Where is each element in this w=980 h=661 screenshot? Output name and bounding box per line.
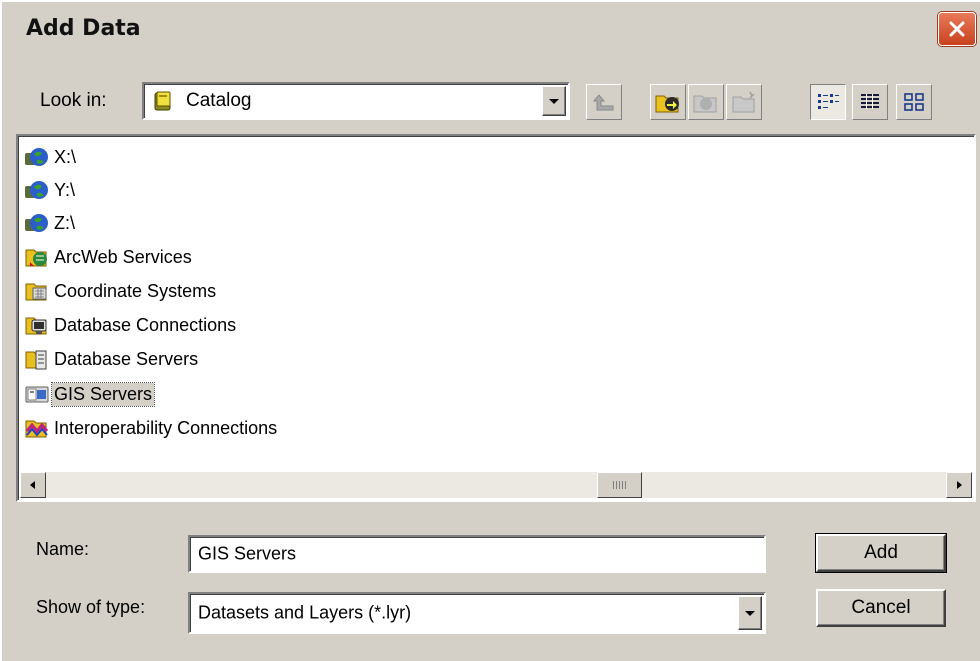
- network-drive-icon: [25, 148, 48, 166]
- database-connections-icon: [25, 317, 47, 335]
- disconnect-folder-button[interactable]: [688, 84, 724, 120]
- arrow-left-icon: [30, 481, 35, 489]
- list-item-label: Database Servers: [54, 348, 199, 369]
- catalog-icon: [154, 91, 171, 111]
- details-view-icon: [861, 94, 879, 109]
- list-item-label: Z:\: [54, 212, 75, 233]
- new-item-button[interactable]: [726, 84, 762, 120]
- arcweb-services-icon: [25, 249, 47, 267]
- list-item-z-drive[interactable]: Z:\: [24, 208, 77, 238]
- look-in-dropdown-button[interactable]: [542, 86, 566, 116]
- network-drive-icon: [25, 181, 48, 199]
- list-item-label: Coordinate Systems: [54, 280, 217, 301]
- show-of-type-label: Show of type:: [36, 597, 146, 617]
- up-one-level-button[interactable]: [586, 84, 622, 120]
- chevron-down-icon: [745, 610, 755, 616]
- look-in-label: Look in:: [40, 90, 107, 111]
- name-input-value: GIS Servers: [198, 543, 297, 564]
- new-item-icon: [732, 91, 755, 113]
- list-item-gis-servers[interactable]: GIS Servers: [24, 379, 156, 409]
- thumbnails-view-button[interactable]: [896, 84, 932, 120]
- look-in-value: Catalog: [186, 90, 252, 111]
- list-item-interoperability-connections[interactable]: Interoperability Connections: [24, 413, 279, 443]
- list-item-label: Database Connections: [54, 314, 237, 335]
- details-view-button[interactable]: [852, 84, 888, 120]
- horizontal-scrollbar[interactable]: [20, 472, 972, 498]
- catalog-list[interactable]: X:\ Y:\ Z:\ ArcWeb Services Coordinate S…: [16, 134, 976, 502]
- connect-to-folder-icon: [655, 95, 679, 113]
- list-view-button[interactable]: [810, 84, 846, 120]
- list-item-label: GIS Servers: [50, 381, 156, 407]
- network-drive-icon: [25, 214, 48, 232]
- name-label: Name:: [36, 539, 90, 559]
- list-item-label: ArcWeb Services: [54, 246, 192, 267]
- dialog-title: Add Data: [26, 16, 141, 41]
- thumbnails-view-icon: [904, 93, 924, 111]
- grip-icon: [612, 481, 627, 489]
- look-in-dropdown[interactable]: Catalog: [142, 82, 570, 120]
- coordinate-systems-icon: [25, 283, 47, 301]
- show-of-type-dropdown-button[interactable]: [738, 596, 762, 630]
- close-icon: [949, 21, 965, 37]
- list-view-icon: [818, 94, 839, 109]
- list-item-coordinate-systems[interactable]: Coordinate Systems: [24, 276, 218, 306]
- list-item-label: Interoperability Connections: [54, 417, 278, 438]
- arrow-right-icon: [957, 481, 962, 489]
- disconnect-folder-icon: [693, 95, 717, 113]
- close-button[interactable]: [938, 12, 976, 46]
- database-servers-icon: [25, 350, 47, 370]
- list-item-database-servers[interactable]: Database Servers: [24, 344, 200, 374]
- scroll-thumb[interactable]: [597, 472, 642, 498]
- add-button[interactable]: Add: [815, 533, 947, 573]
- chevron-down-icon: [549, 98, 559, 104]
- connect-to-folder-button[interactable]: [650, 84, 686, 120]
- cancel-button[interactable]: Cancel: [816, 589, 946, 627]
- list-item-database-connections[interactable]: Database Connections: [24, 310, 238, 340]
- list-item-y-drive[interactable]: Y:\: [24, 175, 77, 205]
- name-input[interactable]: GIS Servers: [188, 535, 766, 573]
- gis-servers-icon: [25, 386, 49, 403]
- list-item-x-drive[interactable]: X:\: [24, 142, 78, 172]
- show-of-type-dropdown[interactable]: Datasets and Layers (*.lyr): [188, 592, 766, 634]
- up-one-level-icon: [592, 94, 614, 111]
- scroll-right-button[interactable]: [946, 472, 972, 498]
- add-button-label: Add: [864, 542, 898, 563]
- title-bar: Add Data: [2, 2, 980, 62]
- cancel-button-label: Cancel: [851, 597, 911, 618]
- scroll-left-button[interactable]: [20, 472, 46, 498]
- interoperability-icon: [25, 420, 49, 438]
- list-item-label: Y:\: [54, 179, 76, 200]
- list-item-label: X:\: [54, 146, 77, 167]
- show-of-type-value: Datasets and Layers (*.lyr): [198, 602, 412, 623]
- add-data-dialog: Add Data Look in: Catalog X:\ Y:\ Z:\ Ar…: [0, 0, 980, 661]
- list-item-arcweb-services[interactable]: ArcWeb Services: [24, 242, 194, 272]
